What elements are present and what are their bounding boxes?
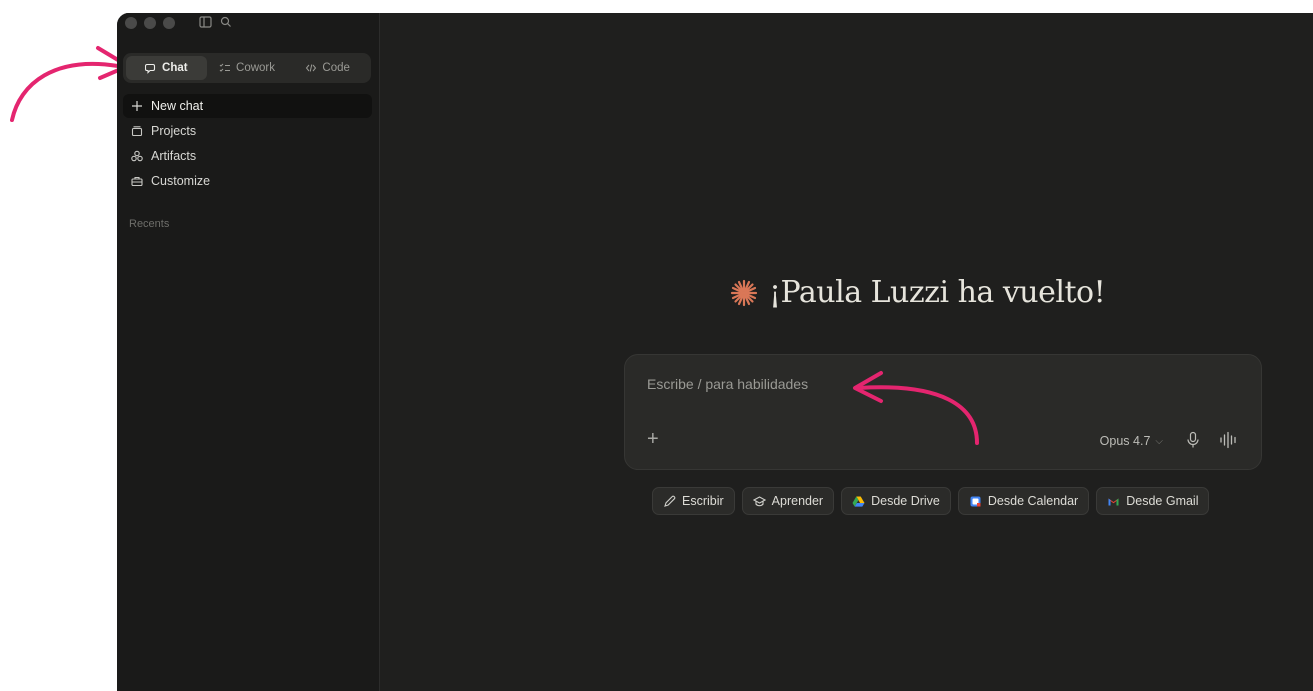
task-list-icon — [219, 63, 231, 72]
tab-cowork[interactable]: Cowork — [207, 56, 288, 80]
sidebar-item-customize[interactable]: Customize — [123, 169, 372, 193]
chip-desde-gmail[interactable]: Desde Gmail — [1096, 487, 1210, 515]
tab-code-label: Code — [322, 62, 350, 74]
chip-label: Aprender — [771, 494, 824, 508]
microphone-icon[interactable] — [1185, 431, 1201, 449]
sidebar-item-projects[interactable]: Projects — [123, 119, 372, 143]
search-icon[interactable] — [220, 16, 232, 28]
tab-cowork-label: Cowork — [236, 62, 275, 74]
chevron-down-icon: ⌵ — [1155, 435, 1163, 447]
sidebar-item-label: Artifacts — [151, 149, 197, 163]
sidebar-item-new-chat[interactable]: New chat — [123, 94, 372, 118]
model-label: Opus 4.7 — [1099, 434, 1151, 448]
sidebar-top-icons — [199, 16, 232, 28]
maximize-window-button[interactable] — [163, 17, 175, 29]
greeting: ¡Paula Luzzi ha vuelto! — [729, 275, 1106, 310]
sidebar-item-label: Customize — [151, 174, 211, 188]
minimize-window-button[interactable] — [144, 17, 156, 29]
model-selector[interactable]: Opus 4.7 ⌵ — [1100, 434, 1163, 448]
chat-bubble-icon — [145, 63, 156, 74]
gmail-icon — [1108, 498, 1119, 505]
chip-desde-calendar[interactable]: Desde Calendar — [957, 487, 1090, 515]
pencil-icon — [664, 495, 676, 507]
close-window-button[interactable] — [125, 17, 137, 29]
sidebar-item-label: Projects — [151, 124, 197, 138]
main-panel: ¡Paula Luzzi ha vuelto! + Opus 4.7 ⌵ — [380, 13, 1313, 691]
briefcase-icon — [130, 175, 143, 188]
chip-label: Escribir — [682, 494, 724, 508]
chat-composer: + Opus 4.7 ⌵ — [624, 354, 1262, 470]
chip-aprender[interactable]: Aprender — [741, 487, 835, 515]
chip-label: Desde Drive — [871, 494, 940, 508]
sidebar-item-artifacts[interactable]: Artifacts — [123, 144, 372, 168]
chip-desde-drive[interactable]: Desde Drive — [841, 487, 951, 515]
app-window: Chat Cowork Code New chat Projects Artif… — [117, 13, 1313, 691]
folder-icon — [130, 125, 143, 138]
chip-escribir[interactable]: Escribir — [652, 487, 735, 515]
tab-chat-label: Chat — [162, 62, 188, 74]
graduation-cap-icon — [752, 495, 766, 506]
add-attachment-button[interactable]: + — [647, 429, 659, 449]
sidebar: Chat Cowork Code New chat Projects Artif… — [117, 13, 380, 691]
suggestion-chips: Escribir Aprender Desde Drive Desde Cale… — [652, 487, 1210, 515]
tab-chat[interactable]: Chat — [126, 56, 207, 80]
google-drive-icon — [852, 496, 865, 507]
code-brackets-icon — [306, 64, 317, 72]
google-calendar-icon — [970, 496, 981, 506]
sidebar-toggle-icon[interactable] — [199, 16, 212, 28]
artifacts-icon — [130, 150, 143, 163]
claude-spark-icon — [730, 279, 758, 306]
sidebar-item-label: New chat — [151, 99, 204, 113]
chip-label: Desde Calendar — [987, 494, 1079, 508]
window-controls — [125, 17, 175, 29]
voice-mode-icon[interactable] — [1219, 431, 1239, 449]
chip-label: Desde Gmail — [1126, 494, 1199, 508]
sidebar-nav: New chat Projects Artifacts Customize — [123, 94, 372, 194]
recents-heading: Recents — [129, 218, 170, 230]
prompt-input[interactable] — [645, 375, 1209, 393]
mode-switcher: Chat Cowork Code — [123, 53, 371, 83]
plus-icon — [130, 100, 143, 113]
greeting-text: ¡Paula Luzzi ha vuelto! — [769, 275, 1106, 310]
tab-code[interactable]: Code — [287, 56, 368, 80]
